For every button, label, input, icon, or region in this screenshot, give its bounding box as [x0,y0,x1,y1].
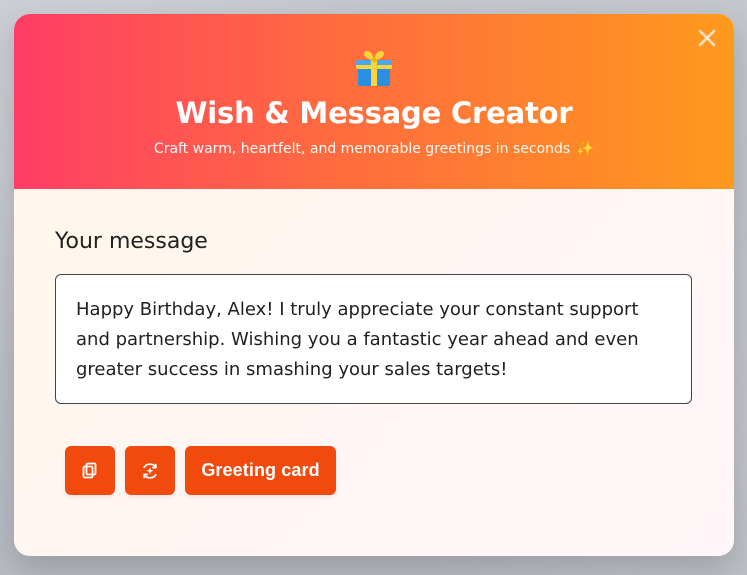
regenerate-icon [143,462,157,479]
close-button[interactable] [695,26,719,50]
modal-body: Your message Happy Birthday, Alex! I tru… [14,189,734,556]
wish-creator-modal: Wish & Message Creator Craft warm, heart… [14,14,734,556]
modal-title: Wish & Message Creator [175,96,573,130]
message-text: Happy Birthday, Alex! I truly appreciate… [76,299,639,380]
copy-button[interactable] [65,446,115,495]
regenerate-button[interactable] [125,446,175,495]
message-label: Your message [55,229,208,254]
message-output[interactable]: Happy Birthday, Alex! I truly appreciate… [55,274,692,404]
sparkle-icon: ✨ [576,141,595,157]
close-icon [698,29,716,47]
greeting-card-button[interactable]: Greeting card [185,446,336,495]
gift-icon [356,50,392,86]
modal-subtitle-text: Craft warm, heartfelt, and memorable gre… [153,141,571,157]
modal-header: Wish & Message Creator Craft warm, heart… [14,14,734,189]
copy-icon [82,462,97,478]
modal-subtitle: Craft warm, heartfelt, and memorable gre… [14,140,734,158]
